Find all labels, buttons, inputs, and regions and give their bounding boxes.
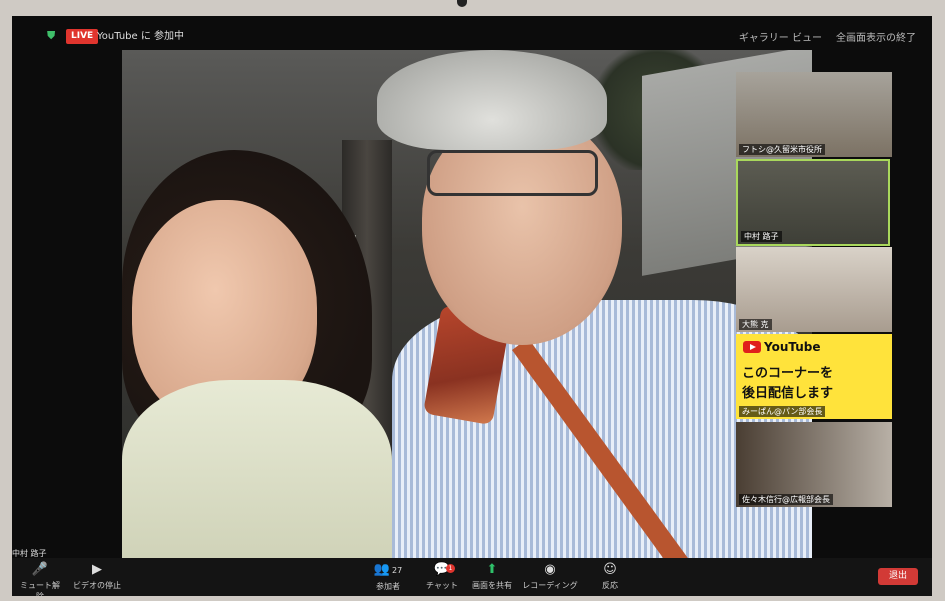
zoom-window: ⛊ LIVE YouTube に 参加中 ギャラリー ビュー 全画面表示の終了 … (12, 16, 932, 596)
unmute-button[interactable]: 🎤 ミュート解除 (20, 562, 60, 596)
participants-count: 27 (392, 566, 403, 575)
share-screen-label: 画面を共有 (472, 581, 512, 590)
stop-video-label: ビデオの停止 (73, 581, 121, 590)
unmute-label: ミュート解除 (20, 581, 60, 596)
chat-unread-badge: 1 (446, 564, 455, 573)
gallery-view-button[interactable]: ギャラリー ビュー (739, 29, 822, 44)
participant-tile[interactable]: 佐々木信行@広報部会長 (736, 422, 892, 507)
leave-meeting-button[interactable]: 退出 (878, 568, 918, 585)
chat-icon: 💬 (433, 562, 451, 577)
record-label: レコーディング (522, 581, 578, 590)
participant-tile[interactable]: フトシ@久留米市役所 (736, 72, 892, 157)
reactions-button[interactable]: ☺ 反応 (590, 562, 630, 591)
participants-label: 参加者 (376, 582, 400, 591)
participants-icon: 👥 27 (373, 562, 403, 577)
participant-name: 佐々木信行@広報部会長 (739, 494, 833, 505)
woman-clothing (122, 380, 392, 560)
youtube-logo: YouTube (743, 340, 821, 354)
microphone-muted-icon: 🎤 (31, 562, 49, 577)
youtube-play-icon (743, 341, 761, 353)
man-glasses (427, 150, 598, 196)
smiley-icon: ☺ (603, 562, 617, 577)
chat-button[interactable]: 💬 1 チャット (422, 562, 462, 591)
reactions-label: 反応 (602, 581, 618, 590)
participant-tile-youtube-banner[interactable]: YouTube このコーナーを 後日配信します みーぱん@パン部会長 (736, 334, 892, 419)
banner-text-line1: このコーナーを (742, 366, 834, 381)
man-cap (377, 50, 607, 150)
participant-name: フトシ@久留米市役所 (739, 144, 825, 155)
live-status-dropdown[interactable]: YouTube に 参加中 (97, 29, 184, 44)
participants-button[interactable]: 👥 27 参加者 (368, 562, 408, 592)
record-icon: ◉ (544, 562, 556, 577)
record-button[interactable]: ◉ レコーディング (520, 562, 580, 591)
participant-name: みーぱん@パン部会長 (739, 406, 826, 417)
participant-tile-active[interactable]: 中村 路子 (736, 159, 890, 246)
exit-fullscreen-button[interactable]: 全画面表示の終了 (836, 29, 916, 44)
live-badge[interactable]: LIVE (66, 29, 99, 44)
video-camera-icon: ▶ (92, 562, 102, 577)
shield-icon[interactable]: ⛊ (47, 30, 57, 42)
meeting-toolbar: 🎤 ミュート解除 ▶ ビデオの停止 👥27 参加者 💬 1 チャット ⬆ 画面を… (12, 558, 932, 596)
participant-tile[interactable]: 大熊 克 (736, 247, 892, 332)
share-screen-icon: ⬆ (486, 562, 498, 577)
share-screen-button[interactable]: ⬆ 画面を共有 (467, 562, 517, 591)
participant-name: 中村 路子 (741, 231, 782, 242)
chat-label: チャット (426, 581, 458, 590)
stop-video-button[interactable]: ▶ ビデオの停止 (72, 562, 122, 591)
banner-text-line2: 後日配信します (742, 386, 834, 401)
youtube-wordmark: YouTube (764, 340, 821, 354)
webcam-notch (457, 0, 467, 7)
active-speaker-video (122, 50, 812, 560)
participant-name: 大熊 克 (739, 319, 772, 330)
